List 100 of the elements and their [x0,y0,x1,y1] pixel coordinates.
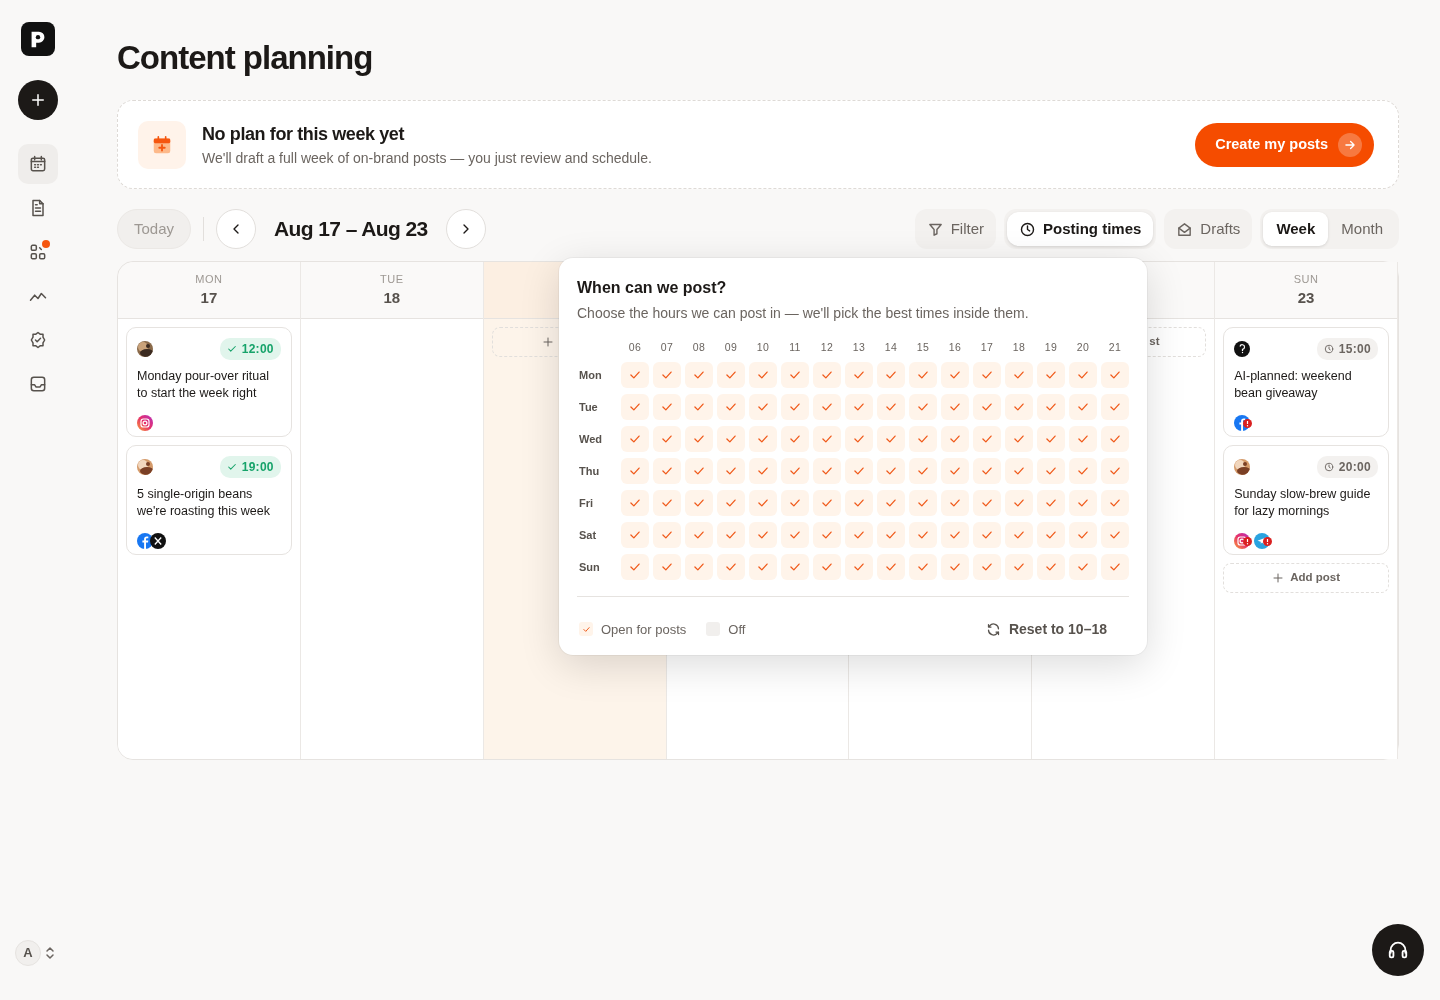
post-card[interactable]: 19:00 5 single-origin beans we're roasting this week [126,445,292,555]
time-slot[interactable] [973,361,1001,388]
time-slot[interactable] [1005,361,1033,388]
logo-icon[interactable] [21,22,55,56]
time-slot[interactable] [909,553,937,580]
time-slot[interactable] [813,457,841,484]
previous-button[interactable] [216,209,257,249]
time-slot[interactable] [909,457,937,484]
time-slot[interactable] [1069,425,1097,452]
time-slot[interactable] [717,425,745,452]
time-slot[interactable] [621,393,649,420]
time-slot[interactable] [1101,457,1129,484]
time-slot[interactable] [877,393,905,420]
time-slot[interactable] [749,361,777,388]
time-slot[interactable] [685,553,713,580]
time-slot[interactable] [781,425,809,452]
time-slot[interactable] [1037,393,1065,420]
time-slot[interactable] [909,521,937,548]
time-slot[interactable] [653,489,681,516]
time-slot[interactable] [845,393,873,420]
time-slot[interactable] [1005,521,1033,548]
time-slot[interactable] [941,457,969,484]
time-slot[interactable] [781,457,809,484]
time-slot[interactable] [941,393,969,420]
time-slot[interactable] [877,425,905,452]
time-slot[interactable] [877,521,905,548]
time-slot[interactable] [781,521,809,548]
time-slot[interactable] [749,553,777,580]
time-slot[interactable] [653,361,681,388]
time-slot[interactable] [717,553,745,580]
view-tab[interactable]: Week [1263,212,1329,246]
time-slot[interactable] [1037,361,1065,388]
time-slot[interactable] [909,425,937,452]
time-slot[interactable] [1005,489,1033,516]
time-slot[interactable] [941,425,969,452]
time-slot[interactable] [909,489,937,516]
time-slot[interactable] [1037,457,1065,484]
time-slot[interactable] [1069,457,1097,484]
time-slot[interactable] [1069,553,1097,580]
time-slot[interactable] [1101,553,1129,580]
create-posts-button[interactable]: Create my posts [1195,122,1374,167]
time-slot[interactable] [845,457,873,484]
time-slot[interactable] [685,457,713,484]
time-slot[interactable] [909,393,937,420]
time-slot[interactable] [1101,489,1129,516]
time-slot[interactable] [813,393,841,420]
time-slot[interactable] [717,393,745,420]
time-slot[interactable] [653,457,681,484]
time-slot[interactable] [749,521,777,548]
time-slot[interactable] [845,425,873,452]
time-slot[interactable] [717,361,745,388]
time-slot[interactable] [621,489,649,516]
post-card[interactable]: 20:00 Sunday slow-brew guide for lazy mornings [1223,445,1389,555]
post-card[interactable]: 12:00 Monday pour-over ritual to start the week right [126,327,292,437]
time-slot[interactable] [845,489,873,516]
time-slot[interactable] [685,521,713,548]
time-slot[interactable] [941,521,969,548]
time-slot[interactable] [973,489,1001,516]
time-slot[interactable] [685,393,713,420]
time-slot[interactable] [717,521,745,548]
time-slot[interactable] [1069,393,1097,420]
time-slot[interactable] [1101,521,1129,548]
time-slot[interactable] [685,489,713,516]
time-slot[interactable] [1069,489,1097,516]
time-slot[interactable] [653,425,681,452]
drafts-button[interactable]: Drafts [1164,209,1253,249]
time-slot[interactable] [621,553,649,580]
time-slot[interactable] [781,393,809,420]
filter-button[interactable]: Filter [914,209,996,249]
user-avatar[interactable]: A [15,940,41,966]
time-slot[interactable] [813,425,841,452]
time-slot[interactable] [717,489,745,516]
time-slot[interactable] [909,361,937,388]
time-slot[interactable] [877,361,905,388]
time-slot[interactable] [1037,521,1065,548]
time-slot[interactable] [845,521,873,548]
add-post-button[interactable]: Add post [1223,563,1389,593]
time-slot[interactable] [877,457,905,484]
time-slot[interactable] [1037,553,1065,580]
time-slot[interactable] [749,425,777,452]
time-slot[interactable] [1069,361,1097,388]
time-slot[interactable] [749,393,777,420]
time-slot[interactable] [813,361,841,388]
sidebar-item[interactable] [18,144,58,184]
time-slot[interactable] [973,553,1001,580]
time-slot[interactable] [813,553,841,580]
time-slot[interactable] [653,521,681,548]
help-button[interactable] [1372,924,1424,976]
time-slot[interactable] [749,489,777,516]
time-slot[interactable] [1005,457,1033,484]
time-slot[interactable] [781,489,809,516]
time-slot[interactable] [941,489,969,516]
time-slot[interactable] [621,521,649,548]
time-slot[interactable] [621,425,649,452]
time-slot[interactable] [877,553,905,580]
next-button[interactable] [445,209,486,249]
time-slot[interactable] [1037,425,1065,452]
time-slot[interactable] [749,457,777,484]
time-slot[interactable] [941,361,969,388]
time-slot[interactable] [973,425,1001,452]
